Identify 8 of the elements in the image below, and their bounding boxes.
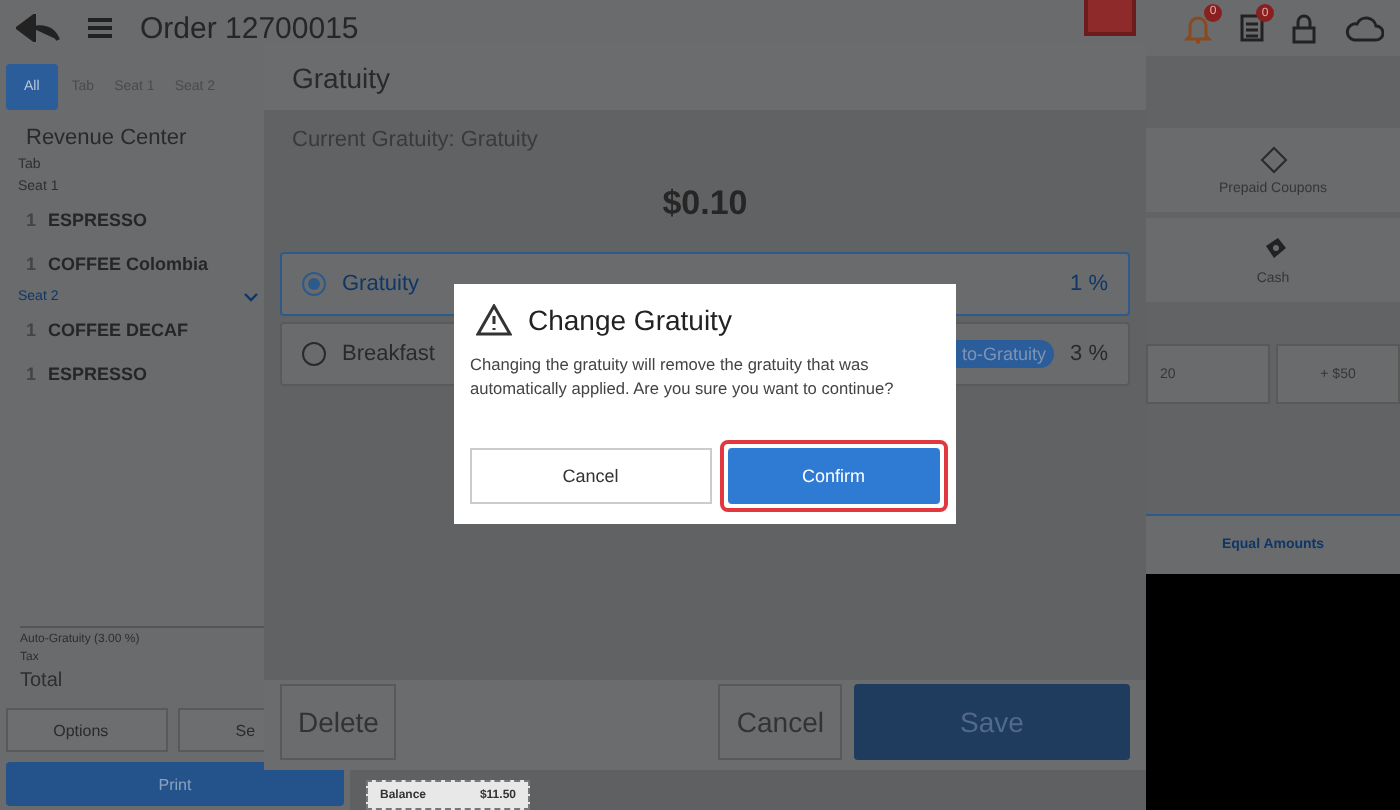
revenue-center-label: Revenue Center xyxy=(26,126,187,150)
summary-label: Total xyxy=(20,670,65,692)
gratuity-amount: $0.10 xyxy=(660,184,750,224)
dialog-message: Changing the gratuity will remove the gratuity that was automatically applied. Are you sure you want to continue? xyxy=(470,354,896,401)
gratuity-title: Gratuity xyxy=(264,44,1146,110)
dialog-title: Change Gratuity xyxy=(528,304,732,336)
auto-gratuity-tag: to-Gratuity xyxy=(954,340,1055,368)
order-title: Order 12700015 xyxy=(140,11,359,45)
